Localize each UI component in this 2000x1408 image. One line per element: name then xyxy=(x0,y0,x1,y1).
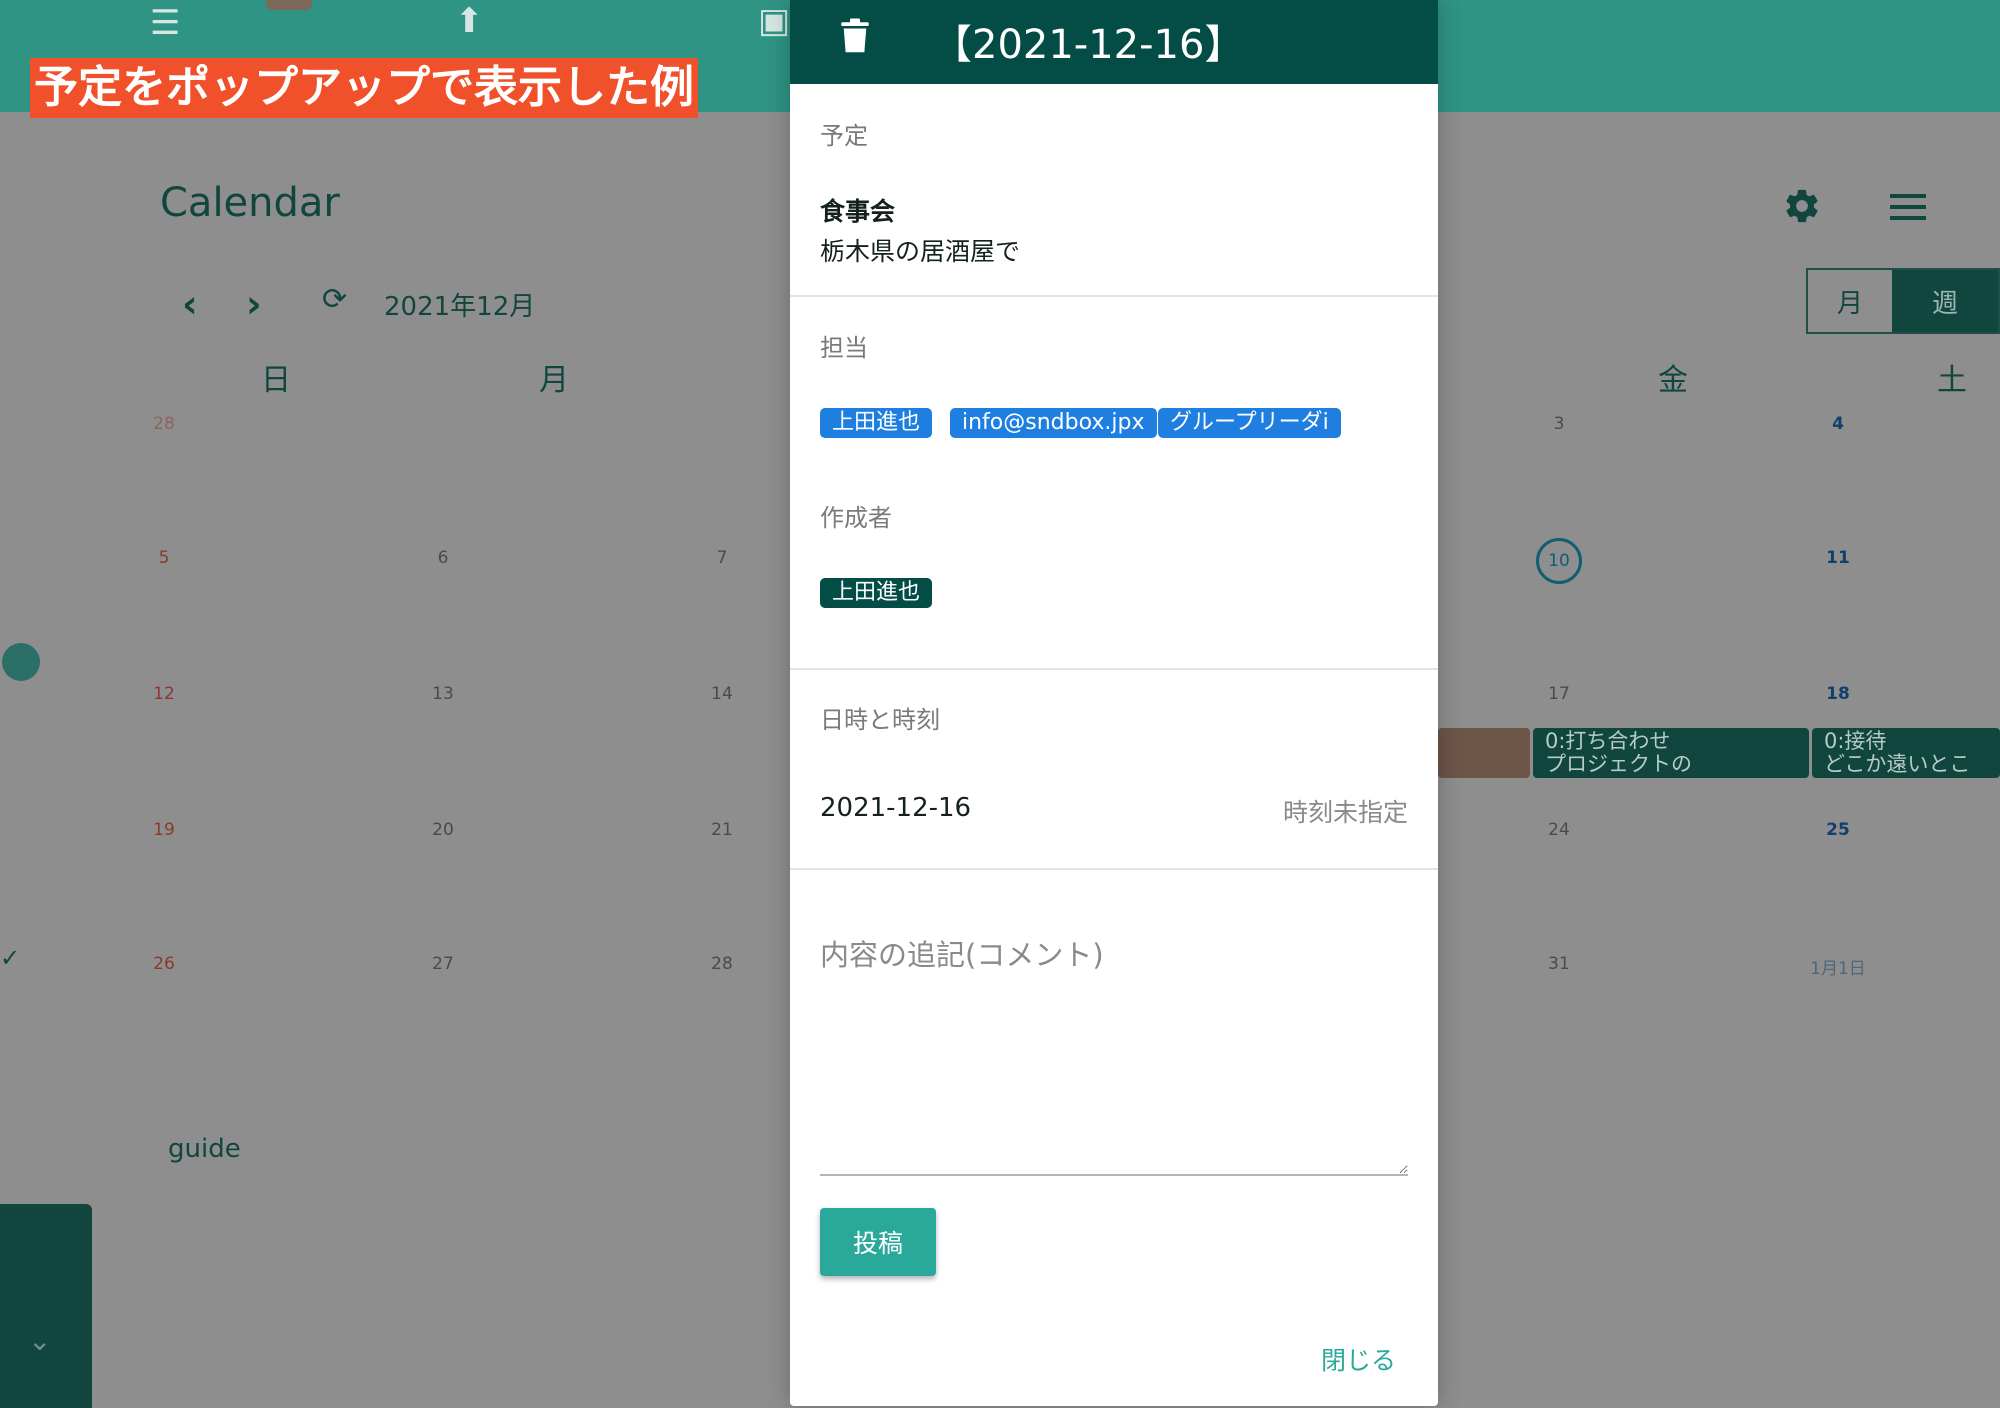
view-toggle: 月 週 xyxy=(1806,268,2000,334)
hamburger-icon[interactable] xyxy=(1890,194,1926,220)
calendar-day[interactable]: 11 xyxy=(1808,548,1868,568)
modal-header: 【2021-12-16】 xyxy=(790,0,1438,84)
divider xyxy=(790,868,1438,870)
calendar-day[interactable]: 6 xyxy=(413,548,473,568)
calendar-event[interactable] xyxy=(1438,728,1530,778)
calendar-day[interactable]: 28 xyxy=(692,954,752,974)
calendar-day[interactable]: 20 xyxy=(413,820,473,840)
calendar-day[interactable]: 18 xyxy=(1808,684,1868,704)
calendar-day[interactable]: 27 xyxy=(413,954,473,974)
assignee-chip[interactable]: info@sndbox.jpx xyxy=(950,408,1157,438)
calendar-day[interactable]: 12 xyxy=(134,684,194,704)
event-detail: プロジェクトの xyxy=(1545,752,1692,776)
calendar-day[interactable]: 7 xyxy=(692,548,752,568)
list-icon[interactable]: ☰ xyxy=(150,6,180,40)
check-icon: ✓ xyxy=(0,944,21,972)
bottom-panel: ⌄ xyxy=(0,1204,92,1408)
calendar-day[interactable]: 24 xyxy=(1529,820,1589,840)
modal-title: 【2021-12-16】 xyxy=(932,22,1245,68)
divider xyxy=(790,295,1438,297)
calendar-day[interactable]: 21 xyxy=(692,820,752,840)
weekday-header-mon: 月 xyxy=(539,363,569,398)
calendar-day[interactable]: 3 xyxy=(1529,414,1589,434)
weekday-header-fri: 金 xyxy=(1658,363,1688,398)
section-label-assignee: 担当 xyxy=(820,334,868,362)
calendar-event[interactable]: 0:接待 どこか遠いとこ xyxy=(1812,728,2000,778)
calendar-icon[interactable]: ▣ xyxy=(758,4,790,38)
post-button[interactable]: 投稿 xyxy=(820,1208,936,1276)
chevron-left-icon[interactable]: ‹ xyxy=(182,282,198,326)
section-label-creator: 作成者 xyxy=(820,504,892,532)
calendar-day-today[interactable]: 10 xyxy=(1536,538,1582,584)
trash-icon[interactable] xyxy=(840,18,870,54)
gear-icon[interactable] xyxy=(1782,186,1822,226)
calendar-day[interactable]: 13 xyxy=(413,684,473,704)
event-detail-modal: 【2021-12-16】 予定 食事会 栃木県の居酒屋で 担当 上田進也 inf… xyxy=(790,0,1438,1406)
app-title: Calendar xyxy=(160,180,340,226)
creator-chip: 上田進也 xyxy=(820,578,933,608)
calendar-day[interactable]: 17 xyxy=(1529,684,1589,704)
section-label-datetime: 日時と時刻 xyxy=(820,706,940,734)
calendar-day[interactable]: 28 xyxy=(134,414,194,434)
chevron-down-icon[interactable]: ⌄ xyxy=(28,1324,51,1357)
refresh-icon[interactable]: ⟳ xyxy=(322,282,347,317)
notification-badge xyxy=(266,0,312,10)
guide-link[interactable]: guide xyxy=(168,1134,241,1164)
caption-banner: 予定をポップアップで表示した例 xyxy=(30,58,698,118)
calendar-day[interactable]: 1月1日 xyxy=(1803,954,1873,979)
weekday-header-sat: 土 xyxy=(1937,363,1967,398)
divider xyxy=(790,668,1438,670)
week-view-button[interactable]: 週 xyxy=(1892,270,1998,332)
event-title: 食事会 xyxy=(820,197,896,226)
event-time-title: 0:接待 xyxy=(1824,729,1887,753)
chevron-right-icon[interactable]: › xyxy=(246,282,262,326)
weekday-header-sun: 日 xyxy=(261,363,291,398)
current-month-label: 2021年12月 xyxy=(384,292,536,322)
event-detail: どこか遠いとこ xyxy=(1824,752,1971,776)
calendar-day[interactable]: 31 xyxy=(1529,954,1589,974)
calendar-day[interactable]: 5 xyxy=(134,548,194,568)
calendar-day[interactable]: 26 xyxy=(134,954,194,974)
month-view-button[interactable]: 月 xyxy=(1808,270,1892,332)
assignee-chip[interactable]: 上田進也 xyxy=(820,408,933,438)
assignee-chip[interactable]: グループリーダi xyxy=(1158,408,1341,438)
section-label-schedule: 予定 xyxy=(820,122,868,150)
calendar-event[interactable]: 0:打ち合わせ プロジェクトの xyxy=(1533,728,1809,778)
event-time: 時刻未指定 xyxy=(1282,798,1408,827)
comment-textarea[interactable] xyxy=(820,920,1408,1176)
calendar-day[interactable]: 25 xyxy=(1808,820,1868,840)
close-button[interactable]: 閉じる xyxy=(1315,1340,1402,1378)
upload-icon[interactable]: ⬆ xyxy=(455,4,484,38)
event-description: 栃木県の居酒屋で xyxy=(820,237,1021,266)
calendar-day[interactable]: 19 xyxy=(134,820,194,840)
status-dot xyxy=(2,643,40,681)
calendar-day[interactable]: 14 xyxy=(692,684,752,704)
event-date: 2021-12-16 xyxy=(820,793,972,823)
event-time-title: 0:打ち合わせ xyxy=(1545,729,1671,753)
calendar-day[interactable]: 4 xyxy=(1808,414,1868,434)
